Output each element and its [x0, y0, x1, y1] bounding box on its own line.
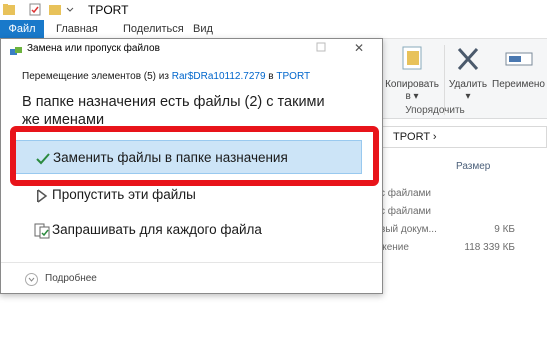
- file-row[interactable]: с файлами: [380, 186, 547, 202]
- copy-to-icon: [397, 43, 427, 75]
- file-row[interactable]: жение 118 339 КБ: [380, 240, 547, 256]
- file-row[interactable]: вый докум... 9 КБ: [380, 222, 547, 238]
- tab-view[interactable]: Вид: [193, 20, 213, 39]
- move-files-icon: [10, 44, 22, 55]
- close-button[interactable]: ✕: [344, 39, 374, 59]
- folder-icon: [2, 3, 16, 16]
- expand-details-icon[interactable]: [25, 273, 38, 286]
- operation-description: Перемещение элементов (5) из Rar$DRa1011…: [22, 71, 310, 82]
- ask-each-file-option[interactable]: Запрашивать для каждого файла: [15, 213, 362, 247]
- delete-label: Удалить ▾: [448, 79, 488, 102]
- file-type: с файлами: [380, 206, 432, 217]
- highlight-frame: [10, 126, 379, 186]
- column-header: Размер: [380, 157, 547, 177]
- dialog-heading: В папке назначения есть файлы (2) с таки…: [22, 94, 325, 128]
- more-details-link[interactable]: Подробнее: [45, 273, 97, 284]
- operation-prefix: Перемещение элементов (5) из: [22, 71, 172, 82]
- skip-icon: [34, 188, 50, 204]
- source-link[interactable]: Rar$DRa10112.7279: [172, 71, 266, 82]
- organize-group-label: Упорядочить: [405, 105, 465, 116]
- explorer-titlebar: TPORT: [0, 0, 547, 20]
- ribbon-tabs: Файл Главная Поделиться Вид: [0, 20, 547, 39]
- dialog-title: Замена или пропуск файлов: [27, 43, 160, 54]
- ask-each-file-label: Запрашивать для каждого файла: [52, 222, 262, 237]
- file-type: жение: [380, 242, 409, 253]
- delete-button[interactable]: Удалить ▾: [448, 43, 488, 103]
- new-folder-icon[interactable]: [48, 3, 62, 16]
- window-title: TPORT: [88, 3, 129, 17]
- address-bar[interactable]: TPORT ›: [380, 126, 547, 148]
- properties-icon[interactable]: [28, 3, 42, 16]
- chevron-down-icon[interactable]: [66, 3, 74, 16]
- file-size: 118 339 КБ: [464, 242, 515, 253]
- file-size: 9 КБ: [494, 224, 515, 235]
- minimize-button[interactable]: [306, 39, 336, 59]
- skip-files-label: Пропустить эти файлы: [52, 187, 196, 202]
- file-type: вый докум...: [380, 224, 437, 235]
- compare-files-icon: [34, 223, 50, 239]
- copy-to-button[interactable]: Копировать в ▾: [383, 43, 441, 103]
- tab-home[interactable]: Главная: [56, 20, 98, 39]
- tab-share[interactable]: Поделиться: [123, 20, 184, 39]
- delete-icon: [453, 43, 483, 75]
- rename-label: Переимено: [492, 79, 545, 90]
- tab-file[interactable]: Файл: [0, 20, 44, 39]
- address-path: TPORT ›: [393, 131, 437, 143]
- rename-button[interactable]: Переимено: [490, 43, 547, 90]
- dialog-footer: Подробнее: [1, 262, 382, 294]
- file-row[interactable]: с файлами: [380, 204, 547, 220]
- copy-to-label: Копировать в ▾: [385, 79, 439, 102]
- column-size[interactable]: Размер: [456, 161, 490, 172]
- destination-link[interactable]: TPORT: [276, 71, 310, 82]
- operation-mid: в: [265, 71, 277, 82]
- rename-icon: [504, 43, 534, 75]
- file-type: с файлами: [380, 188, 432, 199]
